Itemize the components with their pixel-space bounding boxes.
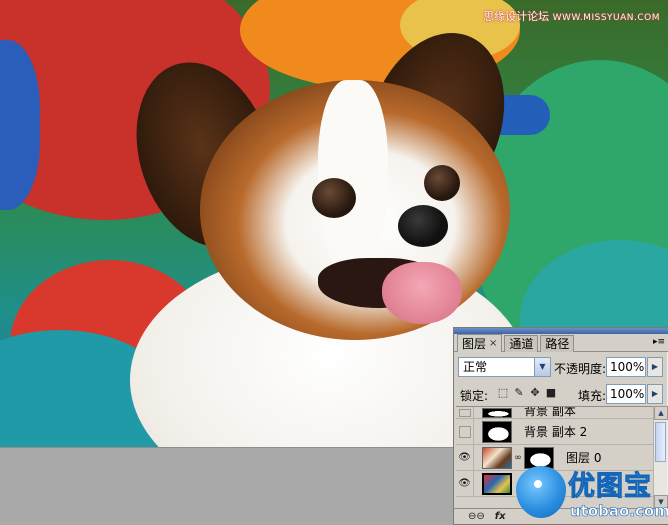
- fill-field[interactable]: 100%: [606, 384, 646, 404]
- bird-logo-icon: [516, 466, 566, 518]
- layer-row[interactable]: 背景 副本: [456, 407, 653, 419]
- fill-label: 填充:: [578, 389, 607, 403]
- brand-logo: 优图宝 utobao.com: [514, 462, 668, 525]
- dog-eye-right: [424, 165, 460, 201]
- watermark: 思缘设计论坛 WWW.MISSYUAN.COM: [483, 8, 660, 24]
- panel-menu-icon[interactable]: ▸≡: [653, 337, 665, 347]
- link-icon[interactable]: ⊖⊖: [468, 511, 485, 522]
- chevron-down-icon[interactable]: ▼: [534, 358, 550, 376]
- opacity-arrow-button[interactable]: ▶: [647, 357, 663, 377]
- lock-label: 锁定:: [460, 389, 489, 403]
- scroll-up-icon[interactable]: ▲: [654, 406, 668, 420]
- tab-channels-label: 通道: [509, 337, 534, 351]
- layer-mask-thumbnail: [482, 407, 512, 418]
- dog-eye-left: [312, 178, 356, 218]
- logo-brand-text: 优图宝: [568, 471, 652, 503]
- layer-name: 背景 副本 2: [524, 425, 588, 439]
- logo-url-text: utobao.com: [570, 502, 668, 521]
- visibility-toggle[interactable]: [456, 419, 474, 444]
- tab-channels[interactable]: 通道: [504, 335, 539, 352]
- dog-nose: [398, 205, 448, 247]
- layer-thumbnail: [482, 446, 512, 469]
- lock-transparency-icon[interactable]: ⬚: [496, 386, 510, 400]
- close-tab-icon[interactable]: ×: [489, 336, 497, 352]
- visibility-toggle[interactable]: 👁: [456, 445, 474, 470]
- blend-mode-value: 正常: [463, 360, 488, 374]
- watermark-cn: 思缘设计论坛: [483, 10, 550, 23]
- tab-paths-label: 路径: [545, 337, 570, 351]
- opacity-field[interactable]: 100%: [606, 357, 646, 377]
- layer-row[interactable]: 背景 副本 2: [456, 419, 653, 445]
- eye-icon: 👁: [458, 452, 471, 463]
- lock-all-icon[interactable]: ■: [544, 386, 558, 400]
- watermark-en: WWW.MISSYUAN.COM: [552, 13, 660, 23]
- layer-mask-thumbnail: [482, 420, 512, 443]
- empty-eye-box: [458, 425, 471, 438]
- visibility-toggle[interactable]: [456, 407, 474, 418]
- opacity-label: 不透明度:: [554, 362, 607, 376]
- tab-layers[interactable]: 图层 ×: [457, 334, 503, 352]
- fill-arrow-button[interactable]: ▶: [647, 384, 663, 404]
- chain-link-icon[interactable]: ∞: [514, 453, 522, 463]
- fx-icon[interactable]: fx: [495, 511, 506, 522]
- layer-thumbnail: [482, 472, 512, 495]
- layer-name: 背景 副本: [524, 406, 576, 418]
- dog-tongue: [382, 262, 462, 324]
- tab-layers-label: 图层: [462, 336, 487, 351]
- scroll-thumb[interactable]: [655, 422, 666, 462]
- blend-mode-select[interactable]: 正常 ▼: [458, 357, 551, 377]
- bird-eye: [534, 480, 542, 488]
- tab-paths[interactable]: 路径: [540, 335, 575, 352]
- lock-brush-icon[interactable]: ✎: [512, 386, 526, 400]
- visibility-toggle[interactable]: 👁: [456, 471, 474, 496]
- panel-tabs: 图层 × 通道 路径 ▸≡: [454, 334, 668, 352]
- eye-icon: 👁: [458, 478, 471, 489]
- lock-move-icon[interactable]: ✥: [528, 386, 542, 400]
- empty-eye-box: [458, 408, 471, 417]
